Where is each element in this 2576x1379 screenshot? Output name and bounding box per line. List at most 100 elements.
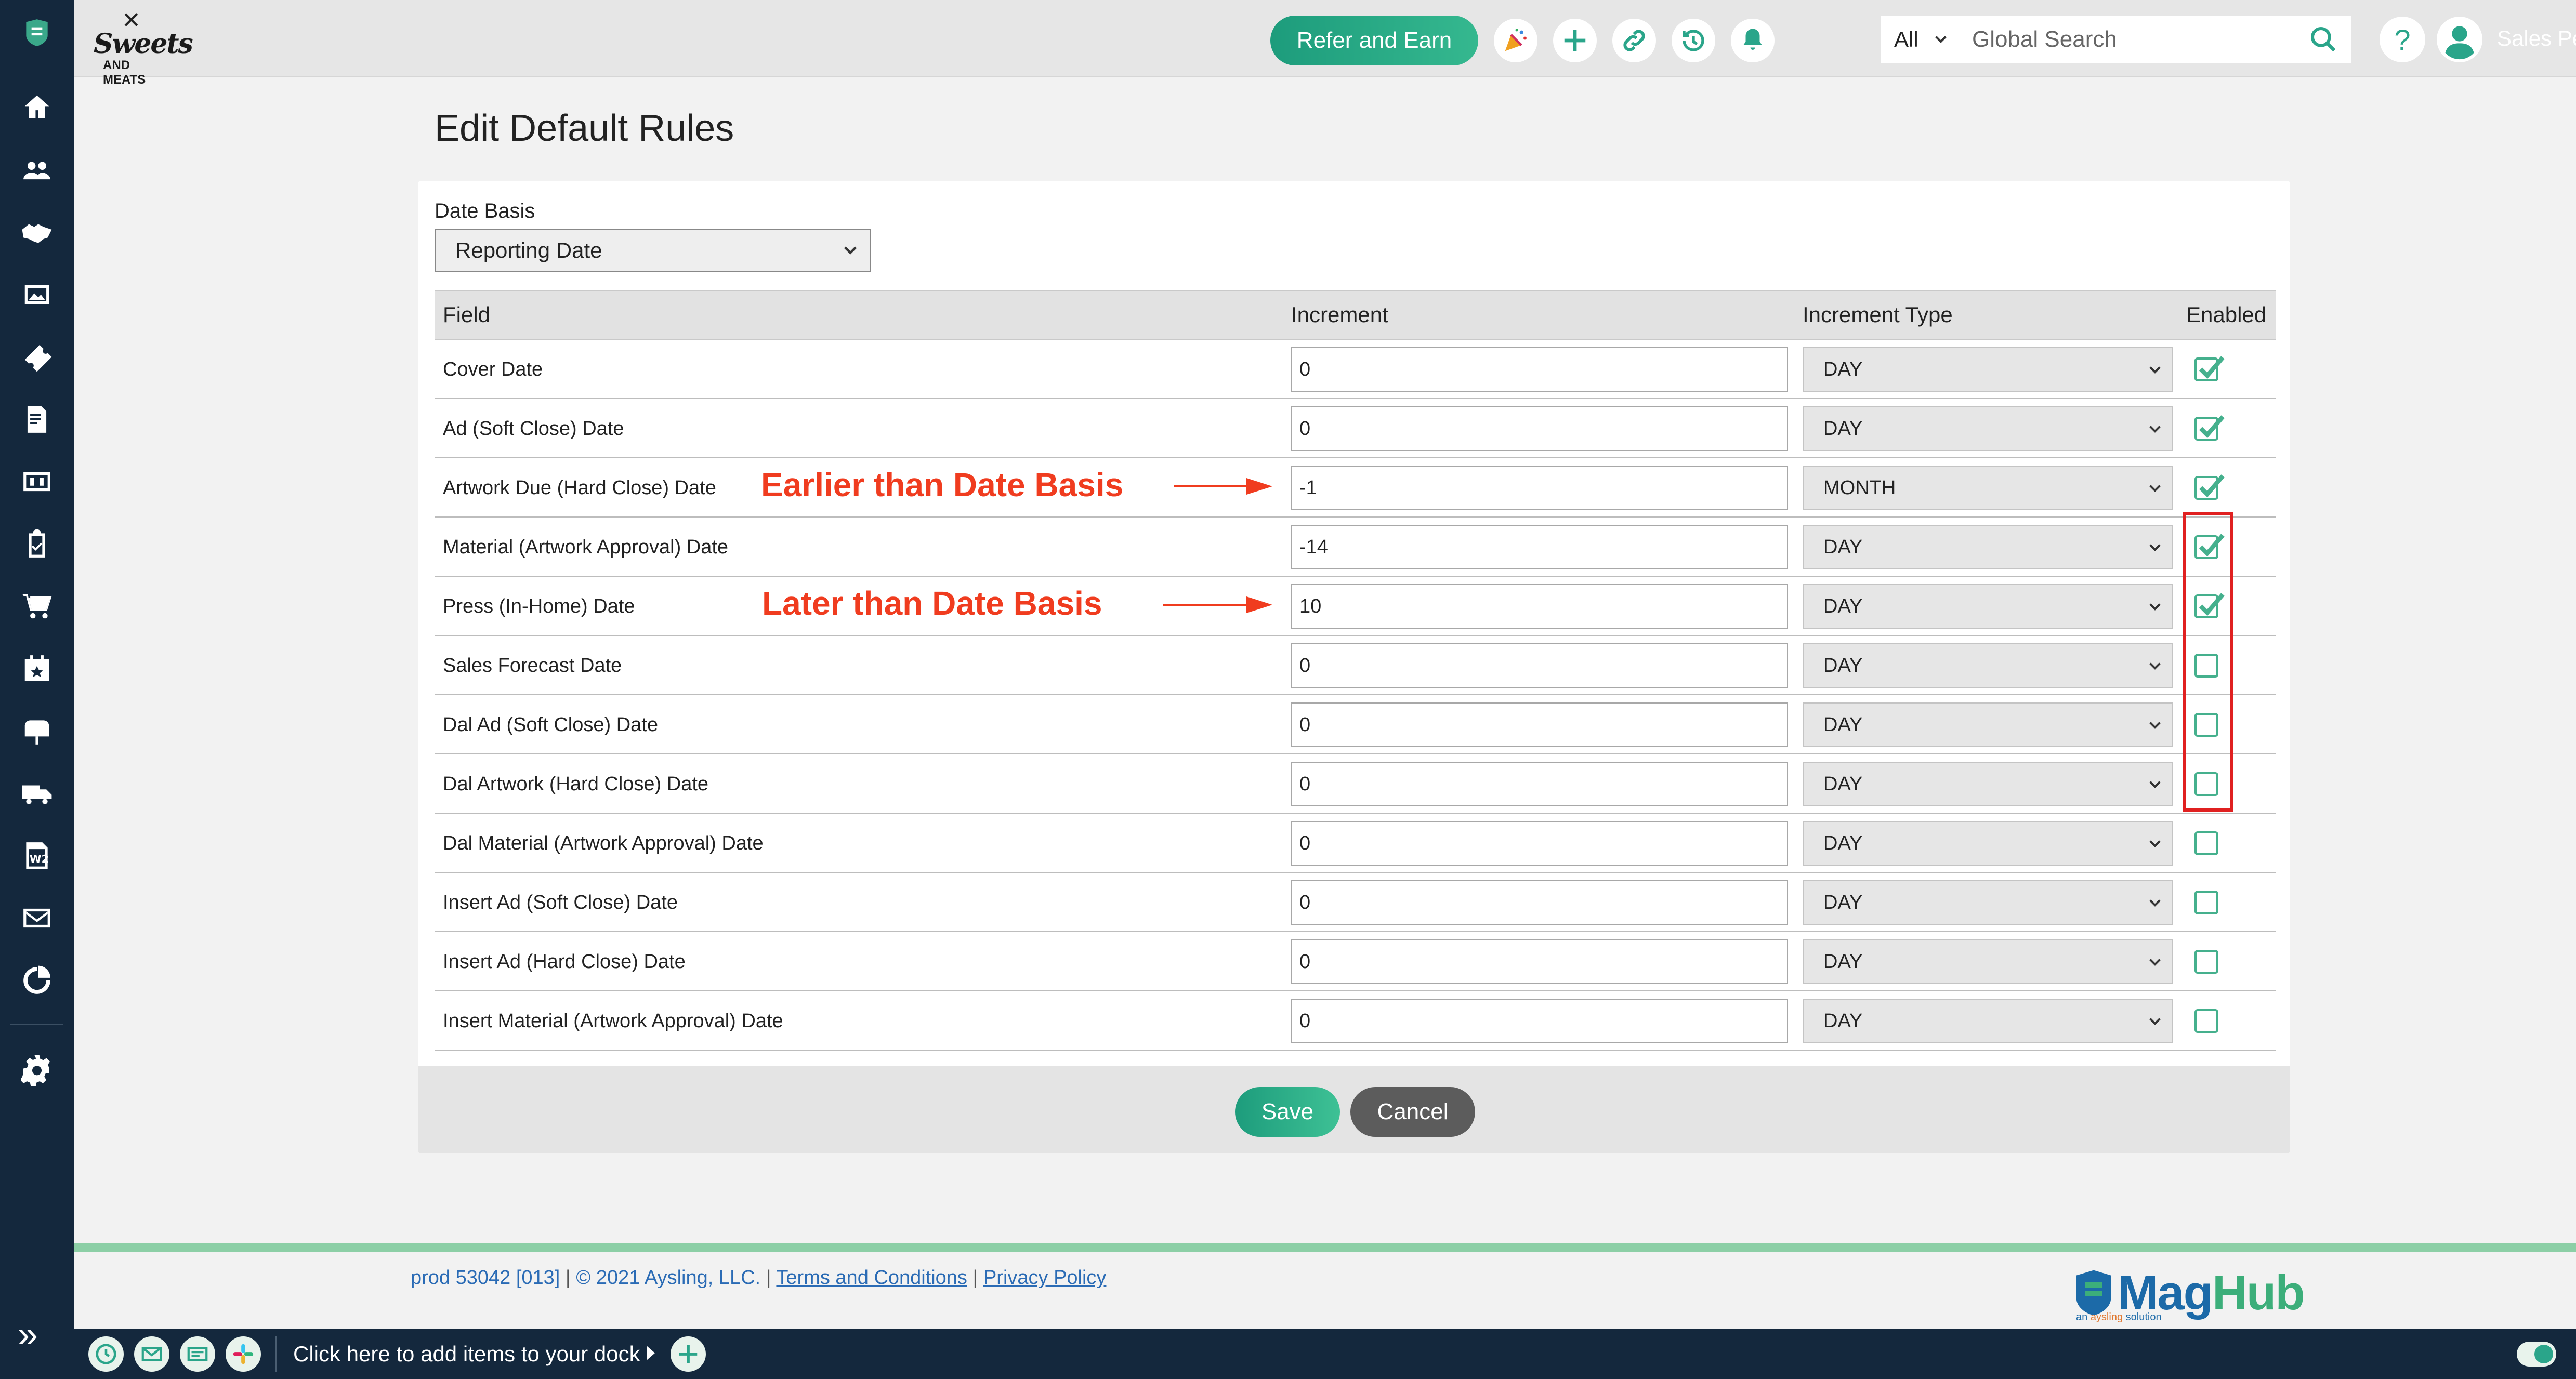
footer-accent-bar	[74, 1243, 2576, 1252]
increment-type-select[interactable]: DAY	[1803, 939, 2173, 984]
dock-divider	[275, 1336, 277, 1372]
report-icon[interactable]	[19, 962, 55, 999]
search-icon[interactable]	[2309, 25, 2338, 54]
increment-type-select[interactable]: DAY	[1803, 406, 2173, 451]
field-label: Dal Artwork (Hard Close) Date	[443, 773, 709, 795]
enabled-checkbox[interactable]	[2194, 950, 2218, 974]
contacts-icon[interactable]	[19, 152, 55, 188]
increment-input[interactable]	[1291, 821, 1788, 866]
enabled-checkbox[interactable]	[2194, 1009, 2218, 1033]
increment-type-select[interactable]: DAY	[1803, 643, 2173, 688]
w2-icon[interactable]: W2	[19, 838, 55, 874]
global-search-input[interactable]	[1956, 16, 2351, 63]
checkmark-icon	[2199, 356, 2225, 379]
add-icon[interactable]	[1553, 19, 1597, 62]
increment-input[interactable]	[1291, 643, 1788, 688]
refer-and-earn-button[interactable]: Refer and Earn	[1270, 16, 1478, 65]
truck-icon[interactable]	[19, 775, 55, 812]
column-header-field: Field	[443, 302, 491, 327]
terms-link[interactable]: Terms and Conditions	[776, 1267, 967, 1289]
newsletter-icon[interactable]	[180, 1336, 215, 1372]
chevron-down-icon	[2149, 662, 2161, 670]
chevron-down-icon	[2149, 603, 2161, 611]
link-icon[interactable]	[1612, 19, 1656, 62]
increment-input[interactable]	[1291, 762, 1788, 806]
settings-icon[interactable]	[19, 1052, 55, 1088]
enabled-checkbox[interactable]	[2194, 891, 2218, 914]
mail-icon[interactable]	[19, 900, 55, 936]
increment-type-select[interactable]: DAY	[1803, 525, 2173, 569]
increment-type-select[interactable]: DAY	[1803, 999, 2173, 1043]
cancel-button[interactable]: Cancel	[1350, 1087, 1475, 1137]
checkmark-icon	[2199, 415, 2225, 439]
increment-input[interactable]	[1291, 584, 1788, 629]
chevron-down-icon	[2149, 544, 2161, 551]
notification-bell-icon[interactable]	[1731, 19, 1775, 62]
increment-input[interactable]	[1291, 939, 1788, 984]
calendar-icon[interactable]	[19, 651, 55, 687]
help-icon[interactable]: ?	[2380, 17, 2425, 62]
ticket-icon[interactable]	[19, 339, 55, 375]
field-label: Insert Ad (Soft Close) Date	[443, 892, 678, 913]
invoice-icon[interactable]	[19, 401, 55, 437]
dock-prompt[interactable]: Click here to add items to your dock	[293, 1342, 640, 1367]
caret-right-icon[interactable]	[647, 1346, 655, 1360]
clock-icon[interactable]	[88, 1336, 124, 1372]
field-label: Insert Ad (Hard Close) Date	[443, 951, 686, 973]
table-row: Ad (Soft Close) Date DAY	[435, 399, 2276, 458]
increment-type-value: DAY	[1823, 654, 1863, 677]
add-to-dock-icon[interactable]	[671, 1336, 706, 1372]
increment-type-select[interactable]: DAY	[1803, 702, 2173, 747]
column-header-enabled: Enabled	[2186, 302, 2267, 327]
annotation-arrow-icon	[1163, 596, 1272, 613]
cart-icon[interactable]	[19, 588, 55, 625]
clipboard-icon[interactable]	[19, 526, 55, 562]
user-name[interactable]: Sales Person	[2497, 26, 2576, 51]
search-scope-select[interactable]: All	[1881, 16, 1956, 63]
company-logo[interactable]: ✕ Sweets AND MEATS	[84, 7, 193, 87]
party-popper-icon[interactable]	[1494, 19, 1537, 62]
save-button[interactable]: Save	[1235, 1087, 1340, 1137]
slack-icon[interactable]	[226, 1336, 261, 1372]
table-row: Dal Ad (Soft Close) Date DAY	[435, 695, 2276, 754]
handshake-icon[interactable]	[19, 214, 55, 250]
chevron-down-icon	[2149, 959, 2161, 966]
increment-type-select[interactable]: DAY	[1803, 347, 2173, 392]
form-actions: Save Cancel	[418, 1066, 2290, 1153]
annotation-earlier: Earlier than Date Basis	[761, 466, 1124, 503]
increment-input[interactable]	[1291, 880, 1788, 925]
increment-input[interactable]	[1291, 702, 1788, 747]
mailbox-icon[interactable]	[19, 713, 55, 749]
increment-input[interactable]	[1291, 347, 1788, 392]
increment-type-select[interactable]: DAY	[1803, 762, 2173, 806]
increment-type-select[interactable]: DAY	[1803, 880, 2173, 925]
date-basis-select[interactable]: Reporting Date	[435, 229, 871, 272]
increment-type-select[interactable]: MONTH	[1803, 466, 2173, 510]
dock-toggle[interactable]	[2517, 1342, 2556, 1367]
home-icon[interactable]	[19, 89, 55, 126]
maghub-logo-icon[interactable]	[19, 15, 55, 51]
enabled-checkbox[interactable]	[2194, 415, 2225, 441]
increment-input[interactable]	[1291, 466, 1788, 510]
increment-input[interactable]	[1291, 406, 1788, 451]
privacy-link[interactable]: Privacy Policy	[983, 1267, 1107, 1289]
enabled-checkbox[interactable]	[2194, 474, 2225, 500]
finance-icon[interactable]	[19, 463, 55, 500]
increment-input[interactable]	[1291, 525, 1788, 569]
avatar[interactable]	[2437, 17, 2482, 62]
enabled-checkbox[interactable]	[2194, 831, 2218, 855]
increment-input[interactable]	[1291, 999, 1788, 1043]
search-scope-value: All	[1894, 27, 1918, 51]
field-label: Material (Artwork Approval) Date	[443, 536, 729, 558]
email-icon[interactable]	[134, 1336, 169, 1372]
maghub-tagline: an aysling solution	[2076, 1311, 2162, 1323]
history-icon[interactable]	[1672, 19, 1715, 62]
date-basis-label: Date Basis	[435, 200, 535, 222]
column-header-increment: Increment	[1291, 302, 1388, 327]
increment-type-select[interactable]: DAY	[1803, 584, 2173, 629]
chevron-down-icon	[1935, 36, 1947, 43]
increment-type-select[interactable]: DAY	[1803, 821, 2173, 866]
expand-sidebar-icon[interactable]: »	[18, 1314, 38, 1355]
enabled-checkbox[interactable]	[2194, 356, 2225, 381]
gallery-icon[interactable]	[19, 276, 55, 313]
